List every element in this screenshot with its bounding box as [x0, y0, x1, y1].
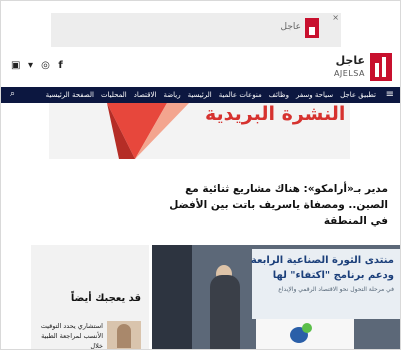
photo-shadow — [152, 245, 192, 349]
photo-screen: منتدى الثورة الصناعية الرابعة ودعم برنام… — [250, 249, 400, 319]
ad-logo-mark-icon — [305, 18, 319, 38]
podium-logo-accent-icon — [302, 323, 312, 333]
screen-line-3: في مرحلة التحول نحو الاقتصاد الرقمي والإ… — [278, 286, 394, 293]
article-headline[interactable]: مدير بـ«أرامكو»: هناك مشاريع ثنائية مع ا… — [159, 181, 388, 229]
banner-title: النشرة البريدية — [205, 103, 346, 125]
hamburger-menu-icon[interactable]: ≡ — [386, 89, 394, 100]
suggested-item-title[interactable]: استشاري يحدد التوقيت الأنسب لمراجعة الطب… — [39, 321, 103, 349]
search-icon[interactable]: ⌕ — [10, 89, 15, 99]
newsletter-banner[interactable]: النشرة البريدية — [49, 103, 350, 159]
nav-item-jobs[interactable]: وظائف — [269, 90, 289, 100]
nav-item-app[interactable]: تطبيق عاجل — [340, 90, 376, 100]
nav-item-sports[interactable]: رياضة — [163, 90, 180, 100]
youtube-icon[interactable]: ▣ — [11, 61, 20, 71]
logo-mark-icon — [370, 53, 392, 81]
suggested-heading: قد يعجبك أيضاً — [70, 293, 141, 304]
nav-items: الصفحة الرئيسية المحليات الاقتصاد رياضة … — [46, 90, 376, 100]
suggested-thumbnail[interactable] — [107, 321, 141, 349]
site-header: عاجل AJELSA ▣ ▾ ◎ f — [1, 47, 400, 87]
podium — [256, 319, 354, 349]
ad-logo: عاجل — [259, 18, 319, 40]
social-links: ▣ ▾ ◎ f — [11, 61, 65, 71]
top-ad-banner[interactable]: عاجل × — [51, 13, 341, 47]
facebook-icon[interactable]: f — [56, 61, 65, 71]
site-logo[interactable]: عاجل AJELSA — [302, 53, 392, 83]
ad-logo-word: عاجل — [280, 22, 302, 32]
ad-close-icon[interactable]: × — [332, 14, 339, 22]
nav-item-home[interactable]: الصفحة الرئيسية — [46, 90, 94, 100]
nav-item-local[interactable]: المحليات — [101, 90, 127, 100]
nav-item-travel[interactable]: سياحة وسفر — [296, 90, 333, 100]
page-frame: عاجل × عاجل AJELSA ▣ ▾ ◎ f ≡ الصفحة الرئ… — [0, 0, 401, 350]
logo-arabic: عاجل — [335, 54, 365, 67]
nav-item-world[interactable]: منوعات عالمية — [219, 90, 262, 100]
twitter-icon[interactable]: ▾ — [26, 61, 35, 71]
screen-line-1: منتدى الثورة الصناعية الرابعة — [250, 255, 394, 266]
suggested-panel: قد يعجبك أيضاً استشاري يحدد التوقيت الأن… — [31, 245, 149, 349]
article-photo[interactable]: منتدى الثورة الصناعية الرابعة ودعم برنام… — [152, 245, 400, 349]
nav-item-main[interactable]: الرئيسية — [188, 90, 212, 100]
logo-english: AJELSA — [333, 69, 365, 78]
instagram-icon[interactable]: ◎ — [41, 61, 50, 71]
screen-line-2: ودعم برنامج "اكتفاء" لها — [272, 270, 394, 281]
speaker-figure — [210, 275, 240, 349]
main-nav: ≡ الصفحة الرئيسية المحليات الاقتصاد رياض… — [1, 87, 400, 103]
nav-item-economy[interactable]: الاقتصاد — [134, 90, 157, 100]
